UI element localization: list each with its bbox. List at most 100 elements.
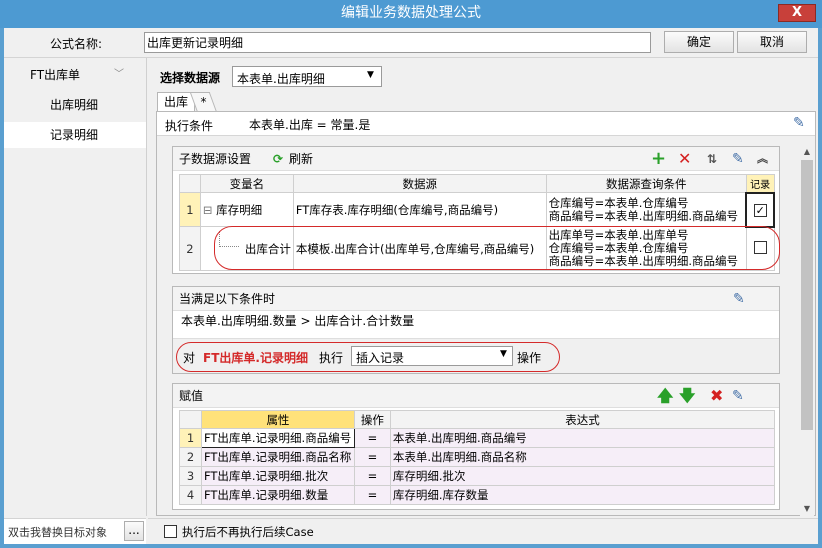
tab-outbound[interactable]: 出库 bbox=[157, 92, 196, 112]
condition-title: 当满足以下条件时 bbox=[179, 292, 276, 306]
move-down-icon[interactable]: 🡇 bbox=[679, 384, 695, 408]
prop-cell[interactable]: FT出库单.记录明细.商品名称 bbox=[200, 447, 355, 467]
datasource-label: 选择数据源 bbox=[160, 71, 221, 85]
sidebar: FT出库单 ﹀ 出库明细 记录明细 双击我替换目标对象 ... bbox=[4, 58, 147, 544]
table-row[interactable]: 1 FT出库单.记录明细.商品编号 = 本表单.出库明细.商品编号 bbox=[179, 428, 776, 448]
row-number: 2 bbox=[179, 226, 201, 271]
record-cell[interactable]: ✓ bbox=[745, 191, 775, 228]
collapse-icon[interactable]: ︽ bbox=[757, 147, 768, 171]
corner-cell bbox=[179, 174, 201, 193]
col-var-header: 变量名 bbox=[199, 174, 294, 193]
highlight-oval bbox=[176, 342, 560, 372]
delete-icon[interactable]: ✖ bbox=[710, 384, 723, 408]
op-cell[interactable]: = bbox=[353, 428, 391, 448]
sidebar-item-record-detail[interactable]: 记录明细 bbox=[4, 122, 146, 148]
target-object-field[interactable]: 双击我替换目标对象 ... bbox=[4, 518, 146, 544]
expr-cell[interactable]: 本表单.出库明细.商品名称 bbox=[389, 447, 776, 467]
col-op-header: 操作 bbox=[353, 410, 391, 429]
scroll-up-icon[interactable]: ▲ bbox=[801, 147, 813, 159]
formula-name-label: 公式名称: bbox=[50, 37, 103, 51]
window-titlebar: 编辑业务数据处理公式 bbox=[0, 0, 822, 28]
op-cell[interactable]: = bbox=[353, 485, 391, 505]
assignment-title: 赋值 bbox=[179, 389, 204, 403]
expr-cell[interactable]: 库存明细.库存数量 bbox=[389, 485, 776, 505]
sub-datasource-header: 子数据源设置 ⟳ 刷新 + ✕ ⇅ ✎ ︽ bbox=[173, 147, 779, 171]
datasource-selected-value: 本表单.出库明细 bbox=[237, 72, 325, 86]
op-cell[interactable]: = bbox=[353, 447, 391, 467]
sidebar-item-outbound-detail[interactable]: 出库明细 bbox=[4, 92, 146, 118]
tab-label: * bbox=[200, 95, 207, 109]
window-title: 编辑业务数据处理公式 bbox=[341, 5, 481, 21]
exec-condition-value[interactable]: 本表单.出库 = 常量.是 bbox=[249, 116, 370, 133]
expr-cell[interactable]: 本表单.出库明细.商品编号 bbox=[389, 428, 776, 448]
expr-cell[interactable]: 库存明细.批次 bbox=[389, 466, 776, 486]
table-row[interactable]: 4 FT出库单.记录明细.数量 = 库存明细.库存数量 bbox=[179, 485, 776, 505]
condition-expression[interactable]: 本表单.出库明细.数量 > 出库合计.合计数量 bbox=[181, 312, 414, 329]
assignment-table: 属性 操作 表达式 1 FT出库单.记录明细.商品编号 = 本表单.出库明细.商… bbox=[179, 410, 776, 505]
target-object-hint: 双击我替换目标对象 bbox=[8, 526, 107, 539]
row-number: 4 bbox=[179, 485, 202, 505]
scroll-down-icon[interactable]: ▼ bbox=[801, 504, 813, 516]
exec-condition-row: 执行条件 本表单.出库 = 常量.是 ✎ bbox=[157, 112, 815, 136]
formula-name-row: 公式名称: 确定 取消 bbox=[4, 28, 818, 58]
close-button[interactable]: X bbox=[778, 4, 816, 22]
cond-cell[interactable]: 仓库编号=本表单.仓库编号 商品编号=本表单.出库明细.商品编号 bbox=[545, 192, 747, 227]
prop-cell[interactable]: FT出库单.记录明细.商品编号 bbox=[200, 428, 355, 448]
highlight-oval bbox=[214, 226, 780, 270]
edit-icon[interactable]: ✎ bbox=[793, 115, 805, 131]
corner-cell bbox=[179, 410, 202, 429]
assignment-header: 赋值 🡅 🡇 ✖ ✎ bbox=[173, 384, 779, 408]
tree-collapse-icon[interactable]: ⊟ bbox=[203, 203, 213, 217]
col-expr-header: 表达式 bbox=[389, 410, 776, 429]
exec-condition-label: 执行条件 bbox=[165, 119, 214, 133]
col-source-header: 数据源 bbox=[292, 174, 547, 193]
sidebar-group-ft-outbound[interactable]: FT出库单 ﹀ bbox=[4, 62, 146, 88]
ok-button[interactable]: 确定 bbox=[664, 31, 734, 53]
record-checkbox[interactable]: ✓ bbox=[753, 203, 767, 217]
scrollbar-thumb[interactable] bbox=[801, 160, 813, 430]
table-row[interactable]: 3 FT出库单.记录明细.批次 = 库存明细.批次 bbox=[179, 466, 776, 486]
sidebar-group-label: FT出库单 bbox=[30, 68, 81, 82]
row-number: 1 bbox=[179, 192, 201, 227]
browse-button[interactable]: ... bbox=[124, 521, 144, 541]
chevron-down-icon: ﹀ bbox=[114, 69, 124, 80]
move-up-icon[interactable]: 🡅 bbox=[657, 384, 673, 408]
col-record-header: 记录 bbox=[745, 174, 775, 193]
var-name: 库存明细 bbox=[216, 202, 263, 217]
add-icon[interactable]: + bbox=[651, 147, 666, 171]
edit-icon[interactable]: ✎ bbox=[733, 287, 745, 311]
tree-link-icon[interactable]: ⇅ bbox=[707, 147, 717, 171]
cond-line: 仓库编号=本表单.仓库编号 bbox=[548, 195, 689, 210]
refresh-icon[interactable]: ⟳ bbox=[273, 147, 283, 171]
op-cell[interactable]: = bbox=[353, 466, 391, 486]
col-prop-header: 属性 bbox=[200, 410, 355, 429]
datasource-select[interactable]: 本表单.出库明细 ▼ bbox=[232, 66, 382, 87]
chevron-down-icon: ▼ bbox=[367, 70, 374, 80]
edit-icon[interactable]: ✎ bbox=[732, 147, 744, 171]
stop-after-label[interactable]: 执行后不再执行后续Case bbox=[182, 524, 314, 540]
formula-name-input[interactable] bbox=[144, 32, 651, 53]
row-number: 3 bbox=[179, 466, 202, 486]
source-cell[interactable]: FT库存表.库存明细(仓库编号,商品编号) bbox=[292, 192, 547, 227]
sidebar-item-label: 出库明细 bbox=[50, 98, 99, 112]
var-cell[interactable]: ⊟ 库存明细 bbox=[199, 192, 294, 227]
footer-bar: 执行后不再执行后续Case bbox=[148, 518, 818, 544]
condition-header: 当满足以下条件时 ✎ bbox=[173, 287, 779, 311]
table-row[interactable]: 1 ⊟ 库存明细 FT库存表.库存明细(仓库编号,商品编号) 仓库编号=本表单.… bbox=[179, 191, 775, 228]
sub-datasource-title: 子数据源设置 bbox=[179, 152, 252, 166]
col-cond-header: 数据源查询条件 bbox=[545, 174, 747, 193]
refresh-label[interactable]: 刷新 bbox=[289, 147, 313, 171]
stop-after-checkbox[interactable] bbox=[164, 525, 177, 538]
row-number: 1 bbox=[179, 428, 202, 448]
prop-cell[interactable]: FT出库单.记录明细.数量 bbox=[200, 485, 355, 505]
cancel-button[interactable]: 取消 bbox=[737, 31, 807, 53]
cond-line: 商品编号=本表单.出库明细.商品编号 bbox=[548, 208, 739, 223]
sidebar-item-label: 记录明细 bbox=[50, 128, 99, 142]
edit-icon[interactable]: ✎ bbox=[732, 384, 744, 408]
table-row[interactable]: 2 FT出库单.记录明细.商品名称 = 本表单.出库明细.商品名称 bbox=[179, 447, 776, 467]
delete-icon[interactable]: ✕ bbox=[678, 147, 691, 171]
row-number: 2 bbox=[179, 447, 202, 467]
assignment-panel: 赋值 🡅 🡇 ✖ ✎ 属性 操作 表达式 1 FT出库单.记录明细.商品编号 =… bbox=[172, 383, 780, 510]
prop-cell[interactable]: FT出库单.记录明细.批次 bbox=[200, 466, 355, 486]
tab-label: 出库 bbox=[164, 95, 189, 109]
